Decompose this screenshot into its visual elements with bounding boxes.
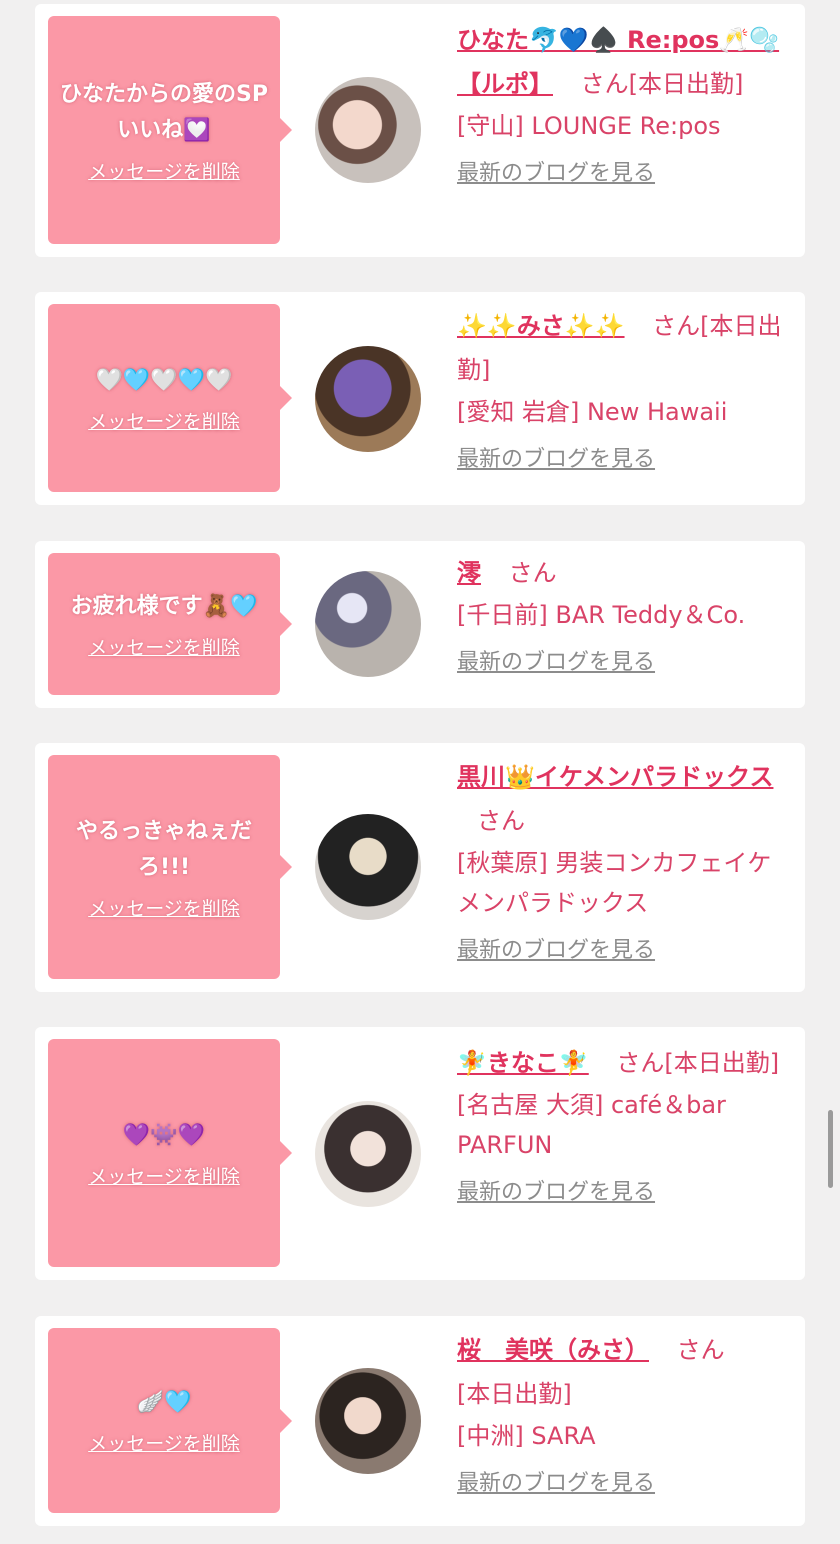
shop-name: [秋葉原] 男装コンカフェイケメンパラドックス bbox=[457, 849, 772, 917]
cast-info: 澪 さん [千日前] BAR Teddy＆Co. 最新のブログを見る bbox=[457, 551, 787, 683]
avatar[interactable] bbox=[315, 814, 421, 920]
latest-blog-link[interactable]: 最新のブログを見る bbox=[457, 933, 655, 969]
message-text: ひなたからの愛のSPいいね💟 bbox=[60, 81, 268, 143]
honorific: さん bbox=[652, 312, 701, 340]
like-card: やるっきゃねぇだろ!!! メッセージを削除 黒川👑イケメンパラドックス さん [… bbox=[35, 743, 805, 992]
shop-name: [守山] LOUNGE Re:pos bbox=[457, 112, 721, 140]
honorific: さん bbox=[676, 1336, 725, 1364]
message-text: 💜👾💜 bbox=[122, 1122, 206, 1148]
status-label: [本日出勤] bbox=[457, 1380, 572, 1408]
honorific: さん bbox=[580, 70, 629, 98]
like-card: 🪽🩵 メッセージを削除 桜 美咲（みさ） さん [本日出勤] [中洲] SARA … bbox=[35, 1316, 805, 1526]
message-bubble: やるっきゃねぇだろ!!! メッセージを削除 bbox=[48, 755, 292, 979]
shop-name: [愛知 岩倉] New Hawaii bbox=[457, 398, 728, 426]
like-card: ひなたからの愛のSPいいね💟 メッセージを削除 ひなた🐬💙♠️ Re:pos🥂🫧… bbox=[35, 4, 805, 257]
honorific: さん bbox=[508, 559, 557, 587]
cast-name-link[interactable]: 黒川👑イケメンパラドックス bbox=[457, 763, 773, 791]
cast-name-link[interactable]: 🧚きなこ🧚 bbox=[457, 1049, 589, 1077]
shop-name: [名古屋 大須] café＆bar PARFUN bbox=[457, 1091, 726, 1159]
cast-info: ひなた🐬💙♠️ Re:pos🥂🫧【ルポ】 さん[本日出勤] [守山] LOUNG… bbox=[457, 18, 787, 194]
like-card: 🤍🩵🤍🩵🤍 メッセージを削除 ✨✨みさ✨✨ さん[本日出勤] [愛知 岩倉] N… bbox=[35, 292, 805, 505]
cast-info: 桜 美咲（みさ） さん [本日出勤] [中洲] SARA 最新のブログを見る bbox=[457, 1328, 787, 1504]
avatar[interactable] bbox=[315, 346, 421, 452]
message-text: 🤍🩵🤍🩵🤍 bbox=[95, 367, 233, 393]
message-text: お疲れ様です🧸🩵 bbox=[70, 593, 258, 619]
cast-info: ✨✨みさ✨✨ さん[本日出勤] [愛知 岩倉] New Hawaii 最新のブロ… bbox=[457, 304, 787, 480]
delete-message-link[interactable]: メッセージを削除 bbox=[88, 894, 240, 921]
delete-message-link[interactable]: メッセージを削除 bbox=[88, 407, 240, 434]
shop-name: [中洲] SARA bbox=[457, 1422, 596, 1450]
avatar[interactable] bbox=[315, 571, 421, 677]
cast-name-link[interactable]: ✨✨みさ✨✨ bbox=[457, 312, 625, 340]
like-card: 💜👾💜 メッセージを削除 🧚きなこ🧚 さん[本日出勤] [名古屋 大須] caf… bbox=[35, 1027, 805, 1280]
cast-info: 黒川👑イケメンパラドックス さん [秋葉原] 男装コンカフェイケメンパラドックス… bbox=[457, 755, 787, 971]
delete-message-link[interactable]: メッセージを削除 bbox=[88, 157, 240, 184]
avatar[interactable] bbox=[315, 1101, 421, 1207]
latest-blog-link[interactable]: 最新のブログを見る bbox=[457, 442, 655, 478]
delete-message-link[interactable]: メッセージを削除 bbox=[88, 1429, 240, 1456]
like-card: お疲れ様です🧸🩵 メッセージを削除 澪 さん [千日前] BAR Teddy＆C… bbox=[35, 541, 805, 708]
latest-blog-link[interactable]: 最新のブログを見る bbox=[457, 645, 655, 681]
delete-message-link[interactable]: メッセージを削除 bbox=[88, 1162, 240, 1189]
cast-name-link[interactable]: 澪 bbox=[457, 559, 481, 587]
delete-message-link[interactable]: メッセージを削除 bbox=[88, 633, 240, 660]
cast-info: 🧚きなこ🧚 さん[本日出勤] [名古屋 大須] café＆bar PARFUN … bbox=[457, 1041, 787, 1213]
avatar[interactable] bbox=[315, 1368, 421, 1474]
scrollbar-thumb[interactable] bbox=[828, 1110, 833, 1188]
message-text: 🪽🩵 bbox=[136, 1390, 192, 1415]
message-bubble: ひなたからの愛のSPいいね💟 メッセージを削除 bbox=[48, 16, 292, 244]
honorific: さん bbox=[477, 807, 525, 835]
shop-name: [千日前] BAR Teddy＆Co. bbox=[457, 601, 746, 629]
latest-blog-link[interactable]: 最新のブログを見る bbox=[457, 156, 655, 192]
cast-name-link[interactable]: 桜 美咲（みさ） bbox=[457, 1336, 649, 1364]
message-bubble: お疲れ様です🧸🩵 メッセージを削除 bbox=[48, 553, 292, 695]
status-label: [本日出勤] bbox=[664, 1049, 780, 1077]
message-bubble: 🪽🩵 メッセージを削除 bbox=[48, 1328, 292, 1513]
message-bubble: 🤍🩵🤍🩵🤍 メッセージを削除 bbox=[48, 304, 292, 492]
honorific: さん bbox=[616, 1049, 665, 1077]
message-bubble: 💜👾💜 メッセージを削除 bbox=[48, 1039, 292, 1267]
latest-blog-link[interactable]: 最新のブログを見る bbox=[457, 1175, 655, 1211]
message-text: やるっきゃねぇだろ!!! bbox=[75, 818, 252, 880]
status-label: [本日出勤] bbox=[628, 70, 744, 98]
avatar[interactable] bbox=[315, 77, 421, 183]
latest-blog-link[interactable]: 最新のブログを見る bbox=[457, 1466, 655, 1502]
